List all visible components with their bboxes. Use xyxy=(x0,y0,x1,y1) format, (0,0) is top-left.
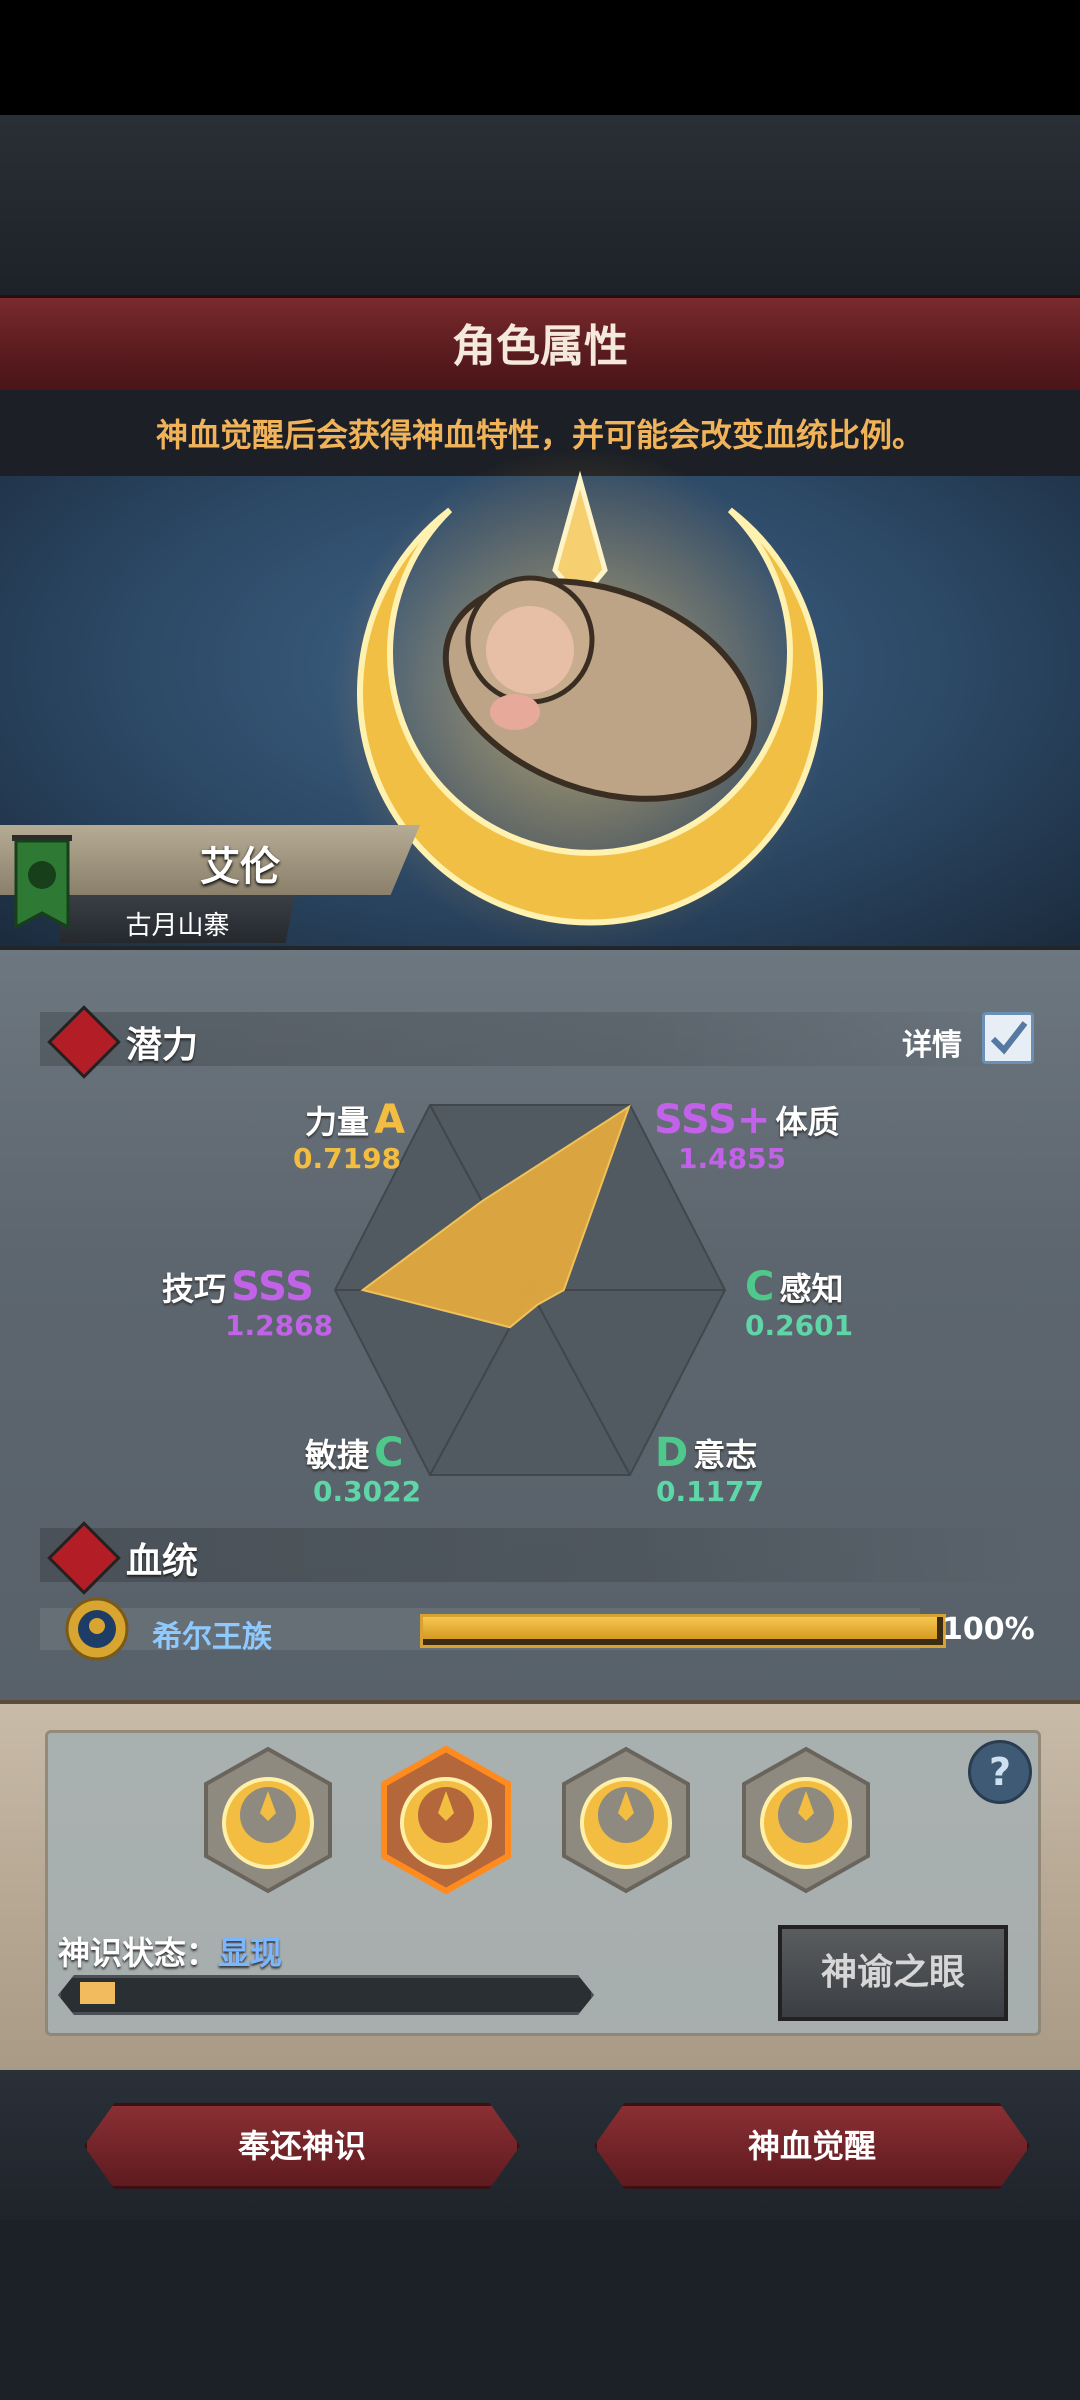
stat-name: 感知 xyxy=(779,1270,844,1308)
divine-slot-1[interactable] xyxy=(202,1745,334,1895)
faction-banner-icon xyxy=(12,835,72,930)
stat-grade: C xyxy=(745,1264,775,1310)
divine-status-value: 显现 xyxy=(218,1934,283,1972)
stat-value: 0.1177 xyxy=(656,1475,765,1508)
stat-grade: SSS+ xyxy=(654,1097,771,1143)
divine-slot-icon xyxy=(204,1746,332,1894)
stat-will: D 意志 xyxy=(655,1430,757,1476)
stat-value: 1.4855 xyxy=(678,1142,787,1175)
stat-name: 敏捷 xyxy=(305,1436,370,1474)
divine-slot-icon xyxy=(381,1745,511,1895)
stat-skill: 技巧 SSS xyxy=(162,1264,314,1310)
oracle-eye-button[interactable]: 神谕之眼 xyxy=(778,1925,1008,2021)
stat-grade: D xyxy=(655,1430,689,1476)
stat-value: 0.2601 xyxy=(745,1309,854,1342)
stat-constitution: SSS+ 体质 xyxy=(654,1097,839,1143)
stat-perception: C 感知 xyxy=(745,1264,843,1310)
stat-grade: A xyxy=(374,1097,406,1143)
return-divine-button[interactable]: 奉还神识 xyxy=(84,2103,520,2189)
stat-name: 技巧 xyxy=(162,1270,227,1308)
page-title: 角色属性 xyxy=(452,321,628,372)
lineage-label: 血统 xyxy=(126,1541,199,1582)
blood-awaken-button[interactable]: 神血觉醒 xyxy=(594,2103,1030,2189)
lineage-bar-fill xyxy=(423,1617,937,1639)
detail-label: 详情 xyxy=(902,1028,962,1063)
divine-slot-2[interactable] xyxy=(380,1745,512,1895)
bottom-background xyxy=(0,2220,1080,2400)
help-button[interactable]: ? xyxy=(968,1740,1032,1804)
character-name: 艾伦 xyxy=(200,844,280,890)
lineage-name: 希尔王族 xyxy=(152,1620,272,1655)
stat-agility: 敏捷 C xyxy=(305,1430,403,1476)
potential-label: 潜力 xyxy=(126,1025,199,1066)
stat-name: 体质 xyxy=(775,1103,840,1141)
stat-name: 意志 xyxy=(693,1436,758,1474)
stat-name: 力量 xyxy=(305,1103,370,1141)
stat-value: 0.3022 xyxy=(313,1475,422,1508)
divine-status-label: 神识状态： xyxy=(58,1934,219,1972)
character-origin: 古月山寨 xyxy=(125,911,230,941)
divine-slot-3[interactable] xyxy=(560,1745,692,1895)
divine-status: 神识状态：显现 xyxy=(58,1928,282,1974)
stat-value: 1.2868 xyxy=(225,1309,334,1342)
stat-strength: 力量 A xyxy=(305,1097,405,1143)
top-blank-bar xyxy=(0,0,1080,115)
royal-crest-icon xyxy=(65,1597,129,1661)
divine-slot-4[interactable] xyxy=(740,1745,872,1895)
stat-grade: SSS xyxy=(231,1264,314,1310)
divine-progress-bar xyxy=(58,1975,594,2015)
divine-slot-icon xyxy=(742,1746,870,1894)
divine-slot-icon xyxy=(562,1746,690,1894)
divine-progress-fill xyxy=(80,1982,115,2004)
top-background xyxy=(0,115,1080,295)
detail-checkbox[interactable] xyxy=(982,1012,1034,1064)
stat-value: 0.7198 xyxy=(293,1142,402,1175)
checkmark-icon xyxy=(990,1021,1028,1055)
lineage-percent: 100% xyxy=(942,1612,1035,1647)
stat-grade: C xyxy=(374,1430,404,1476)
